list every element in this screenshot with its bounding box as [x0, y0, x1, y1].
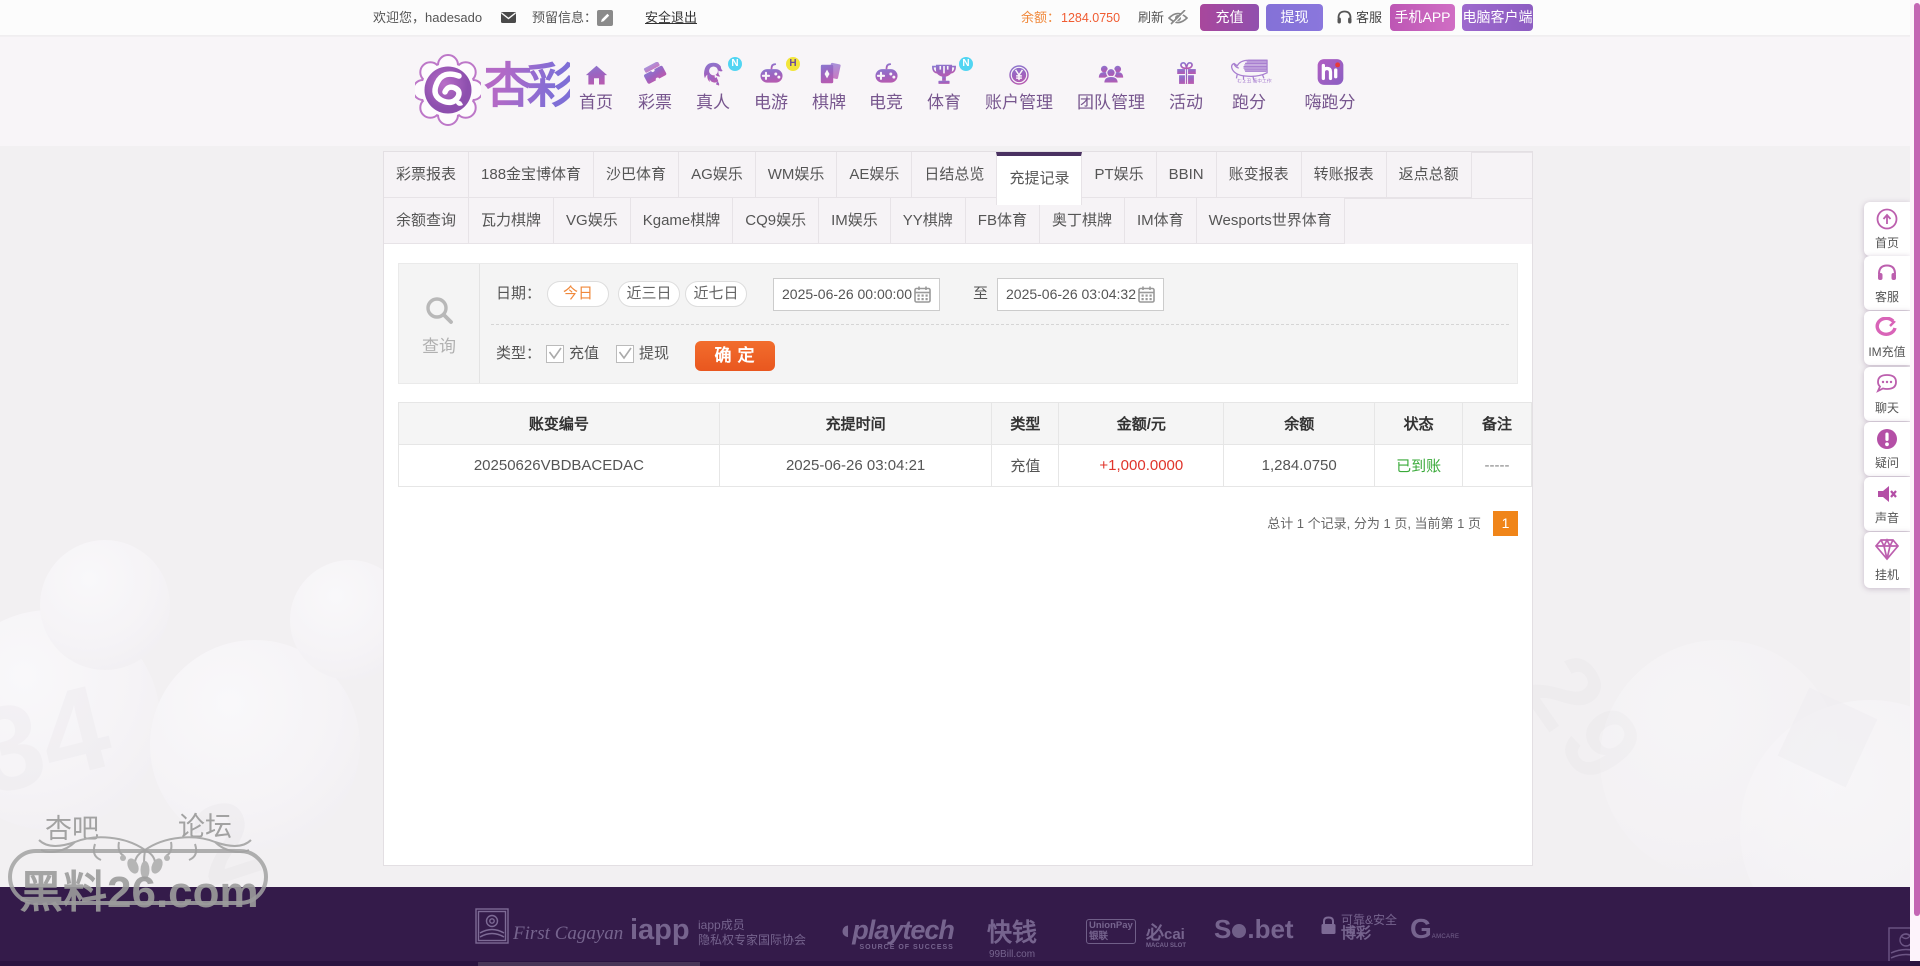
svg-text:むょ丑 養中工作室: むょ丑 養中工作室 [1237, 77, 1272, 84]
